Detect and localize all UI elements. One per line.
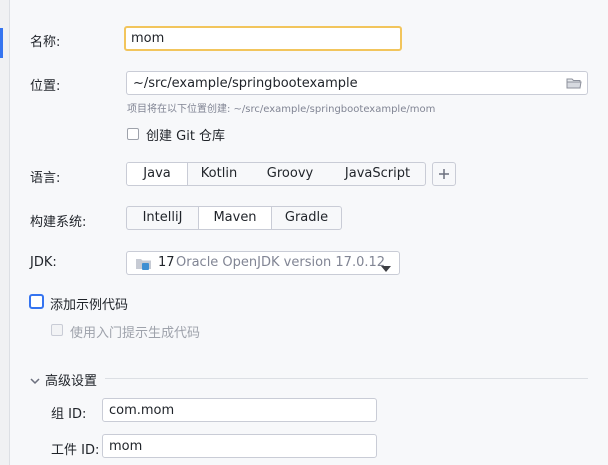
location-hint: 项目将在以下位置创建: ~/src/example/springbootexam… (127, 104, 436, 115)
sample-code-checkbox[interactable] (29, 294, 44, 309)
language-label: 语言: (30, 171, 61, 186)
name-input[interactable] (124, 26, 402, 51)
language-option-java[interactable]: Java (127, 163, 188, 185)
add-language-button[interactable] (432, 162, 456, 186)
left-panel-edge (0, 0, 10, 465)
git-checkbox[interactable] (127, 128, 139, 140)
location-input[interactable] (126, 71, 588, 95)
git-checkbox-label: 创建 Git 仓库 (146, 129, 226, 144)
build-system-label: 构建系统: (30, 215, 87, 230)
chevron-down-icon (30, 374, 40, 389)
folder-icon[interactable] (566, 76, 582, 94)
language-option-kotlin[interactable]: Kotlin (188, 163, 250, 185)
artifact-id-input[interactable] (102, 434, 377, 458)
jdk-name: Oracle OpenJDK version 17.0.12 (176, 255, 386, 270)
jdk-dropdown[interactable]: 17 Oracle OpenJDK version 17.0.12 (126, 251, 400, 275)
build-option-maven[interactable]: Maven (198, 207, 272, 229)
onboarding-tips-checkbox[interactable] (51, 324, 63, 336)
location-label: 位置: (30, 79, 61, 94)
chevron-down-icon (381, 261, 391, 276)
section-divider (105, 378, 588, 379)
sample-code-label: 添加示例代码 (50, 298, 129, 313)
language-option-javascript[interactable]: JavaScript (330, 163, 425, 185)
build-option-gradle[interactable]: Gradle (272, 207, 341, 229)
language-option-groovy[interactable]: Groovy (250, 163, 330, 185)
selection-indicator (0, 28, 3, 58)
jdk-label: JDK: (30, 255, 57, 270)
advanced-settings-title: 高级设置 (45, 374, 98, 389)
build-option-intellij[interactable]: IntelliJ (127, 207, 198, 229)
artifact-id-label: 工件 ID: (51, 443, 100, 458)
language-selector: Java Kotlin Groovy JavaScript (126, 162, 426, 186)
build-system-selector: IntelliJ Maven Gradle (126, 206, 342, 230)
group-id-label: 组 ID: (51, 407, 87, 422)
name-label: 名称: (30, 35, 61, 50)
jdk-folder-icon (135, 257, 153, 275)
group-id-input[interactable] (102, 398, 377, 422)
jdk-version: 17 (158, 255, 175, 270)
onboarding-tips-label: 使用入门提示生成代码 (70, 326, 201, 341)
